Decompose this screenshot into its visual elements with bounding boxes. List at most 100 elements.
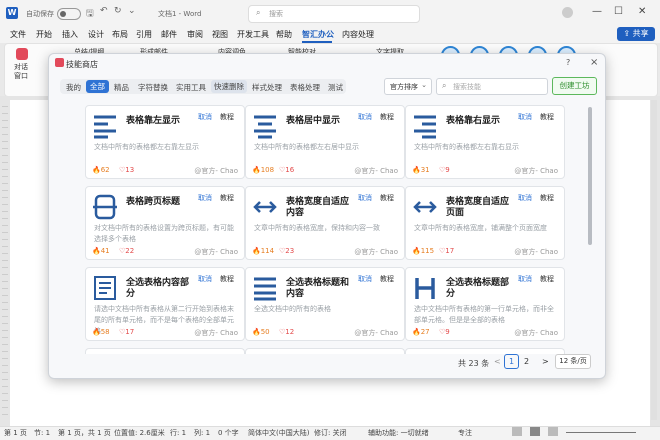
prev-page-button[interactable]: < (494, 357, 501, 366)
card-partial (85, 348, 245, 354)
menu-layout[interactable]: 布局 (112, 29, 128, 40)
skill-card[interactable]: 表格跨页标题 取消 教程 对文档中所有的表格设置为跨页标题，有可能选择多个表格 🔥41 ♡… (85, 186, 245, 260)
cards-scrollbar[interactable] (588, 107, 592, 245)
menu-design[interactable]: 设计 (88, 29, 104, 40)
undo-icon[interactable]: ↶ (100, 6, 108, 16)
tab-mine[interactable]: 我的 (66, 82, 81, 93)
card-author: @官方- Chao (514, 248, 558, 256)
card-cancel-link[interactable]: 取消 (518, 274, 532, 284)
status-language[interactable]: 简体中文(中国大陆) (248, 428, 309, 438)
card-tutorial-link[interactable]: 教程 (220, 274, 234, 284)
usage-count: 58 (100, 328, 110, 336)
card-description: 对文档中所有的表格设置为跨页标题，有可能选择多个表格 (94, 224, 234, 243)
status-accessibility[interactable]: 辅助功能: 一切就绪 (368, 428, 429, 438)
document-scrollbar[interactable] (651, 100, 657, 420)
menu-references[interactable]: 引用 (136, 29, 152, 40)
print-layout-icon[interactable] (530, 427, 540, 436)
card-cancel-link[interactable]: 取消 (358, 193, 372, 203)
sort-select[interactable]: 官方排序 ⌄ (384, 78, 432, 95)
web-layout-icon[interactable] (548, 427, 558, 436)
heart-icon[interactable]: ♡23 (279, 247, 294, 255)
heart-icon[interactable]: ♡9 (439, 328, 450, 336)
tab-char-replace[interactable]: 字符替换 (138, 82, 168, 93)
redo-icon[interactable]: ↻ (114, 6, 122, 16)
page-2-button[interactable]: 2 (524, 357, 529, 366)
menu-view[interactable]: 视图 (212, 29, 228, 40)
card-cancel-link[interactable]: 取消 (518, 193, 532, 203)
dialog-window-icon[interactable] (16, 48, 28, 60)
tab-utilities[interactable]: 实用工具 (176, 82, 206, 93)
tab-premium[interactable]: 精品 (114, 82, 129, 93)
skill-card[interactable]: 全选表格内容部分 取消 教程 请选中文档中所有表格从第二行开始到表格末尾的所有单元格，… (85, 267, 245, 341)
skill-card[interactable]: 表格靠左显示 取消 教程 文档中所有的表格都左右靠左显示 🔥62 ♡13 @官方- Chao (85, 105, 245, 179)
close-icon[interactable]: ✕ (638, 6, 646, 17)
skill-card[interactable]: 表格靠右显示 取消 教程 文档中所有的表格都左右靠右显示 🔥31 ♡9 @官方- Chao (405, 105, 565, 179)
heart-icon[interactable]: ♡9 (439, 166, 450, 174)
heart-icon[interactable]: ♡16 (279, 166, 294, 174)
status-track-changes[interactable]: 修订: 关闭 (314, 428, 347, 438)
card-cancel-link[interactable]: 取消 (358, 274, 372, 284)
tab-quick-delete[interactable]: 快速删除 (211, 80, 247, 93)
dialog-close-icon[interactable]: × (590, 57, 598, 68)
card-tutorial-link[interactable]: 教程 (220, 112, 234, 122)
fire-icon: 🔥58 (92, 328, 110, 336)
card-tutorial-link[interactable]: 教程 (380, 112, 394, 122)
menu-help[interactable]: 帮助 (276, 29, 292, 40)
card-cancel-link[interactable]: 取消 (358, 112, 372, 122)
share-button[interactable]: ⇪ 共享 (617, 27, 655, 41)
menu-home[interactable]: 开始 (36, 29, 52, 40)
menu-content-processing[interactable]: 内容处理 (342, 29, 374, 40)
tab-all[interactable]: 全部 (86, 80, 109, 93)
card-cancel-link[interactable]: 取消 (518, 112, 532, 122)
card-cancel-link[interactable]: 取消 (198, 193, 212, 203)
card-cancel-link[interactable]: 取消 (198, 112, 212, 122)
save-icon[interactable]: 🖫 (86, 6, 94, 22)
menu-mailings[interactable]: 邮件 (161, 29, 177, 40)
menu-smart-office[interactable]: 智汇办公 (302, 29, 334, 40)
skill-card[interactable]: 全选表格标题部分 取消 教程 选中文档中所有表格的第一行单元格，而非全部单元格。但是是… (405, 267, 565, 341)
tab-table-processing[interactable]: 表格处理 (290, 82, 320, 93)
dialog-window-button[interactable]: 对话窗口 (14, 63, 30, 81)
card-cancel-link[interactable]: 取消 (198, 274, 212, 284)
heart-icon[interactable]: ♡17 (119, 328, 134, 336)
menu-file[interactable]: 文件 (10, 29, 26, 40)
skill-search-input[interactable]: ⌕ 搜索技能 (436, 78, 548, 95)
search-input[interactable]: ⌕ 搜索 (248, 5, 420, 23)
card-tutorial-link[interactable]: 教程 (540, 274, 554, 284)
menu-review[interactable]: 审阅 (187, 29, 203, 40)
maximize-icon[interactable]: ☐ (614, 6, 623, 17)
create-workshop-button[interactable]: 创建工坊 (552, 77, 597, 95)
heart-icon[interactable]: ♡22 (119, 247, 134, 255)
next-page-button[interactable]: > (542, 357, 549, 366)
usage-count: 27 (420, 328, 430, 336)
status-focus[interactable]: 专注 (458, 428, 472, 438)
menu-insert[interactable]: 插入 (62, 29, 78, 40)
card-tutorial-link[interactable]: 教程 (540, 193, 554, 203)
skill-card[interactable]: 表格宽度自适应内容 取消 教程 文章中所有的表格宽度，保持和内容一致 🔥114 ♡23 @官… (245, 186, 405, 260)
tab-style-processing[interactable]: 样式处理 (252, 82, 282, 93)
skill-card[interactable]: 表格宽度自适应页面 取消 教程 文章中所有的表格宽度，铺满整个页面宽度 🔥115 ♡17 @… (405, 186, 565, 260)
tab-test[interactable]: 测试 (328, 82, 343, 93)
minimize-icon[interactable]: — (592, 6, 602, 17)
menu-developer[interactable]: 开发工具 (237, 29, 269, 40)
card-tutorial-link[interactable]: 教程 (540, 112, 554, 122)
read-mode-icon[interactable] (512, 427, 522, 436)
status-section: 节: 1 (34, 429, 51, 437)
heart-icon[interactable]: ♡12 (279, 328, 294, 336)
card-tutorial-link[interactable]: 教程 (220, 193, 234, 203)
page-1-button[interactable]: 1 (504, 354, 519, 369)
avatar[interactable] (562, 7, 573, 18)
fire-icon: 🔥114 (252, 247, 275, 255)
heart-icon[interactable]: ♡17 (439, 247, 454, 255)
autosave-toggle[interactable] (57, 8, 81, 20)
skill-card[interactable]: 全选表格标题和内容 取消 教程 全选文档中的所有的表格 🔥50 ♡12 @官方- Chao (245, 267, 405, 341)
skill-card[interactable]: 表格居中显示 取消 教程 文档中所有的表格都左右居中显示 🔥108 ♡16 @官方- Cha… (245, 105, 405, 179)
help-icon[interactable]: ? (566, 58, 570, 67)
card-tutorial-link[interactable]: 教程 (380, 193, 394, 203)
customize-icon[interactable]: ⌄ (128, 6, 136, 16)
per-page-select[interactable]: 12 条/页 (555, 354, 591, 369)
heart-icon[interactable]: ♡13 (119, 166, 134, 174)
search-placeholder: 搜索 (269, 10, 283, 18)
card-tutorial-link[interactable]: 教程 (380, 274, 394, 284)
zoom-slider[interactable] (566, 432, 636, 433)
